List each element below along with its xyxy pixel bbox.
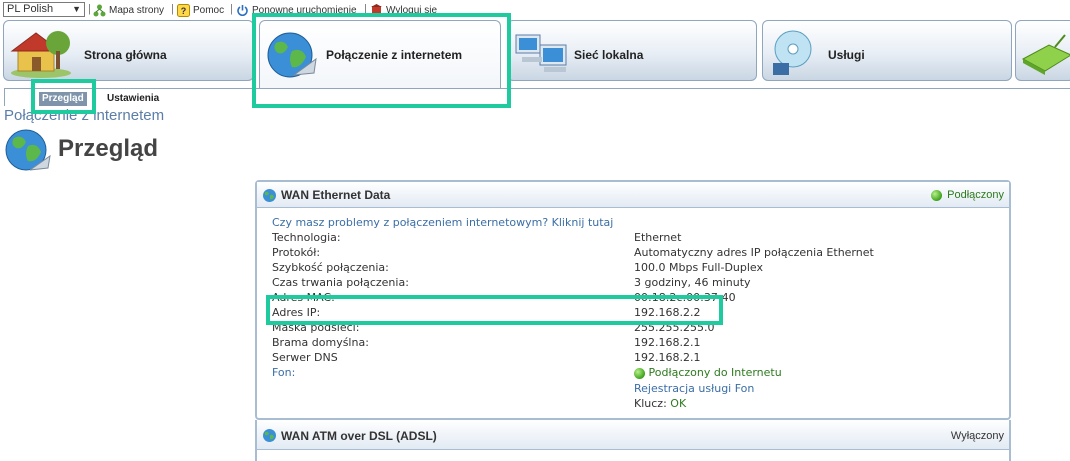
status-green-icon xyxy=(931,189,943,201)
info-label: Szybkość połączenia: xyxy=(272,261,389,274)
help-label: Pomoc xyxy=(193,4,225,16)
router-icon xyxy=(1021,34,1070,75)
power-icon xyxy=(237,4,248,16)
info-label: Adres MAC: xyxy=(272,291,335,304)
wan-dsl-panel: WAN ATM over DSL (ADSL) Wyłączony xyxy=(255,420,1011,461)
fon-key-label: Klucz: xyxy=(634,397,667,410)
panel-header: WAN Ethernet Data Podłączony xyxy=(257,182,1009,208)
globe-icon xyxy=(267,32,317,78)
language-select[interactable]: PL Polish ▼ xyxy=(3,2,85,17)
separator: | xyxy=(230,3,233,15)
connection-status: Podłączony xyxy=(931,189,1004,201)
svg-text:?: ? xyxy=(181,6,187,16)
info-label: Czas trwania połączenia: xyxy=(272,276,409,289)
sitemap-link[interactable]: Mapa strony xyxy=(93,3,164,17)
sitemap-icon xyxy=(93,4,106,16)
nav-tab-lan[interactable]: Sieć lokalna xyxy=(507,20,757,81)
info-label: Serwer DNS xyxy=(272,351,338,364)
chevron-down-icon: ▼ xyxy=(72,4,81,14)
sitemap-label: Mapa strony xyxy=(109,4,165,16)
nav-tab-lan-label: Sieć lokalna xyxy=(574,48,644,62)
panel-title: WAN ATM over DSL (ADSL) xyxy=(281,429,437,443)
ip-address-value: 192.168.2.2 xyxy=(634,306,701,319)
info-value: 100.0 Mbps Full-Duplex xyxy=(634,261,764,274)
nav-tab-internet-label: Połączenie z internetem xyxy=(326,48,463,62)
house-icon xyxy=(10,31,71,78)
nav-tab-home[interactable]: Strona główna xyxy=(3,20,254,81)
help-link[interactable]: ? Pomoc xyxy=(177,3,224,17)
fon-key: Klucz: OK xyxy=(634,397,686,410)
separator: | xyxy=(364,3,367,15)
tab-overview[interactable]: Przegląd xyxy=(39,92,87,106)
logout-icon xyxy=(371,3,382,16)
help-icon: ? xyxy=(177,3,190,17)
info-value: 255.255.255.0 xyxy=(634,321,715,334)
connection-status-text: Podłączony xyxy=(947,189,1004,201)
globe-icon xyxy=(5,129,51,171)
panel-title: WAN Ethernet Data xyxy=(281,188,391,202)
nav-tab-router[interactable] xyxy=(1015,20,1070,81)
fon-status-text: Podłączony do Internetu xyxy=(648,366,782,379)
globe-icon xyxy=(263,429,276,442)
top-utility-bar: PL Polish ▼ | Mapa strony | ? Pomoc | Po… xyxy=(0,0,1070,18)
tab-settings[interactable]: Ustawienia xyxy=(104,92,162,106)
info-label: Brama domyślna: xyxy=(272,336,369,349)
logout-link[interactable]: Wyloguj się xyxy=(370,3,437,17)
computers-icon xyxy=(515,34,567,72)
disc-icon xyxy=(773,30,812,75)
info-value: Automatyczny adres IP połączenia Etherne… xyxy=(634,246,874,259)
help-troubleshoot-link[interactable]: Czy masz problemy z połączeniem internet… xyxy=(272,216,613,229)
info-value: 192.168.2.1 xyxy=(634,351,701,364)
fon-link[interactable]: Fon: xyxy=(272,366,295,379)
language-value: PL Polish xyxy=(7,3,54,15)
nav-tab-home-label: Strona główna xyxy=(84,48,167,62)
restart-link[interactable]: Ponowne uruchomienie xyxy=(236,3,357,17)
info-label: Protokół: xyxy=(272,246,321,259)
info-label: Maska podsieci: xyxy=(272,321,360,334)
fon-status: Podłączony do Internetu xyxy=(634,366,782,379)
info-value: Ethernet xyxy=(634,231,682,244)
separator: | xyxy=(88,3,91,15)
info-value: 00:18:2c:00:37:40 xyxy=(634,291,736,304)
globe-icon xyxy=(263,189,276,202)
separator: | xyxy=(171,3,174,15)
restart-label: Ponowne uruchomienie xyxy=(252,4,357,16)
info-label: Technologia: xyxy=(272,231,341,244)
info-value: 3 godziny, 46 minuty xyxy=(634,276,751,289)
panel-header: WAN ATM over DSL (ADSL) Wyłączony xyxy=(257,420,1009,450)
nav-tab-internet[interactable]: Połączenie z internetem xyxy=(259,20,501,88)
dsl-status-text: Wyłączony xyxy=(950,430,1004,442)
breadcrumb: Połączenie z internetem xyxy=(4,107,165,124)
fon-key-value: OK xyxy=(670,397,687,410)
ip-address-label: Adres IP: xyxy=(272,306,321,319)
logout-label: Wyloguj się xyxy=(386,4,438,16)
nav-tab-services-label: Usługi xyxy=(828,48,865,62)
nav-tab-services[interactable]: Usługi xyxy=(762,20,1012,81)
status-green-icon xyxy=(634,367,645,379)
fon-register-link[interactable]: Rejestracja usługi Fon xyxy=(634,382,754,395)
page-title: Przegląd xyxy=(58,135,159,162)
sub-navigation xyxy=(4,88,1070,106)
info-value: 192.168.2.1 xyxy=(634,336,701,349)
